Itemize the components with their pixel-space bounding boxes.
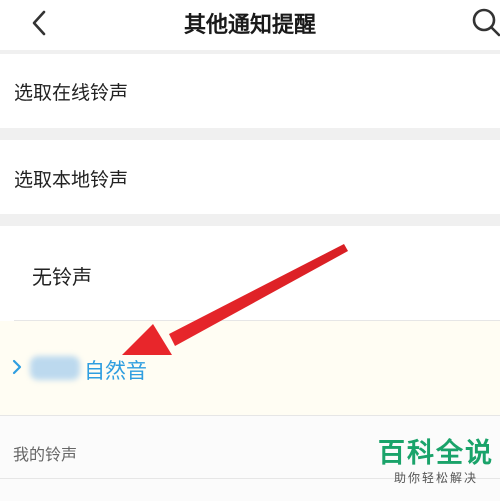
blurred-name (30, 356, 80, 380)
watermark-title: 百科全说 (378, 438, 494, 469)
online-ringtone-option[interactable]: 选取在线铃声 (0, 54, 500, 128)
watermark-logo: 百科全说 助你轻松解决 (376, 438, 496, 486)
my-ringtones-header: 我的铃声 (13, 445, 78, 464)
online-ringtone-label: 选取在线铃声 (14, 82, 129, 104)
page-title: 其他通知提醒 (183, 13, 316, 38)
local-ringtone-label: 选取本地铃声 (14, 169, 129, 191)
top-bar: 其他通知提醒 (0, 0, 500, 50)
watermark-subtitle: 助你轻松解决 (393, 471, 478, 485)
selected-ringtone-label: 自然音 (84, 359, 147, 383)
chevron-right-icon (12, 359, 22, 375)
local-ringtone-option[interactable]: 选取本地铃声 (0, 140, 500, 214)
search-icon[interactable] (470, 6, 500, 40)
no-ringtone-item[interactable]: 无铃声 (32, 261, 92, 290)
